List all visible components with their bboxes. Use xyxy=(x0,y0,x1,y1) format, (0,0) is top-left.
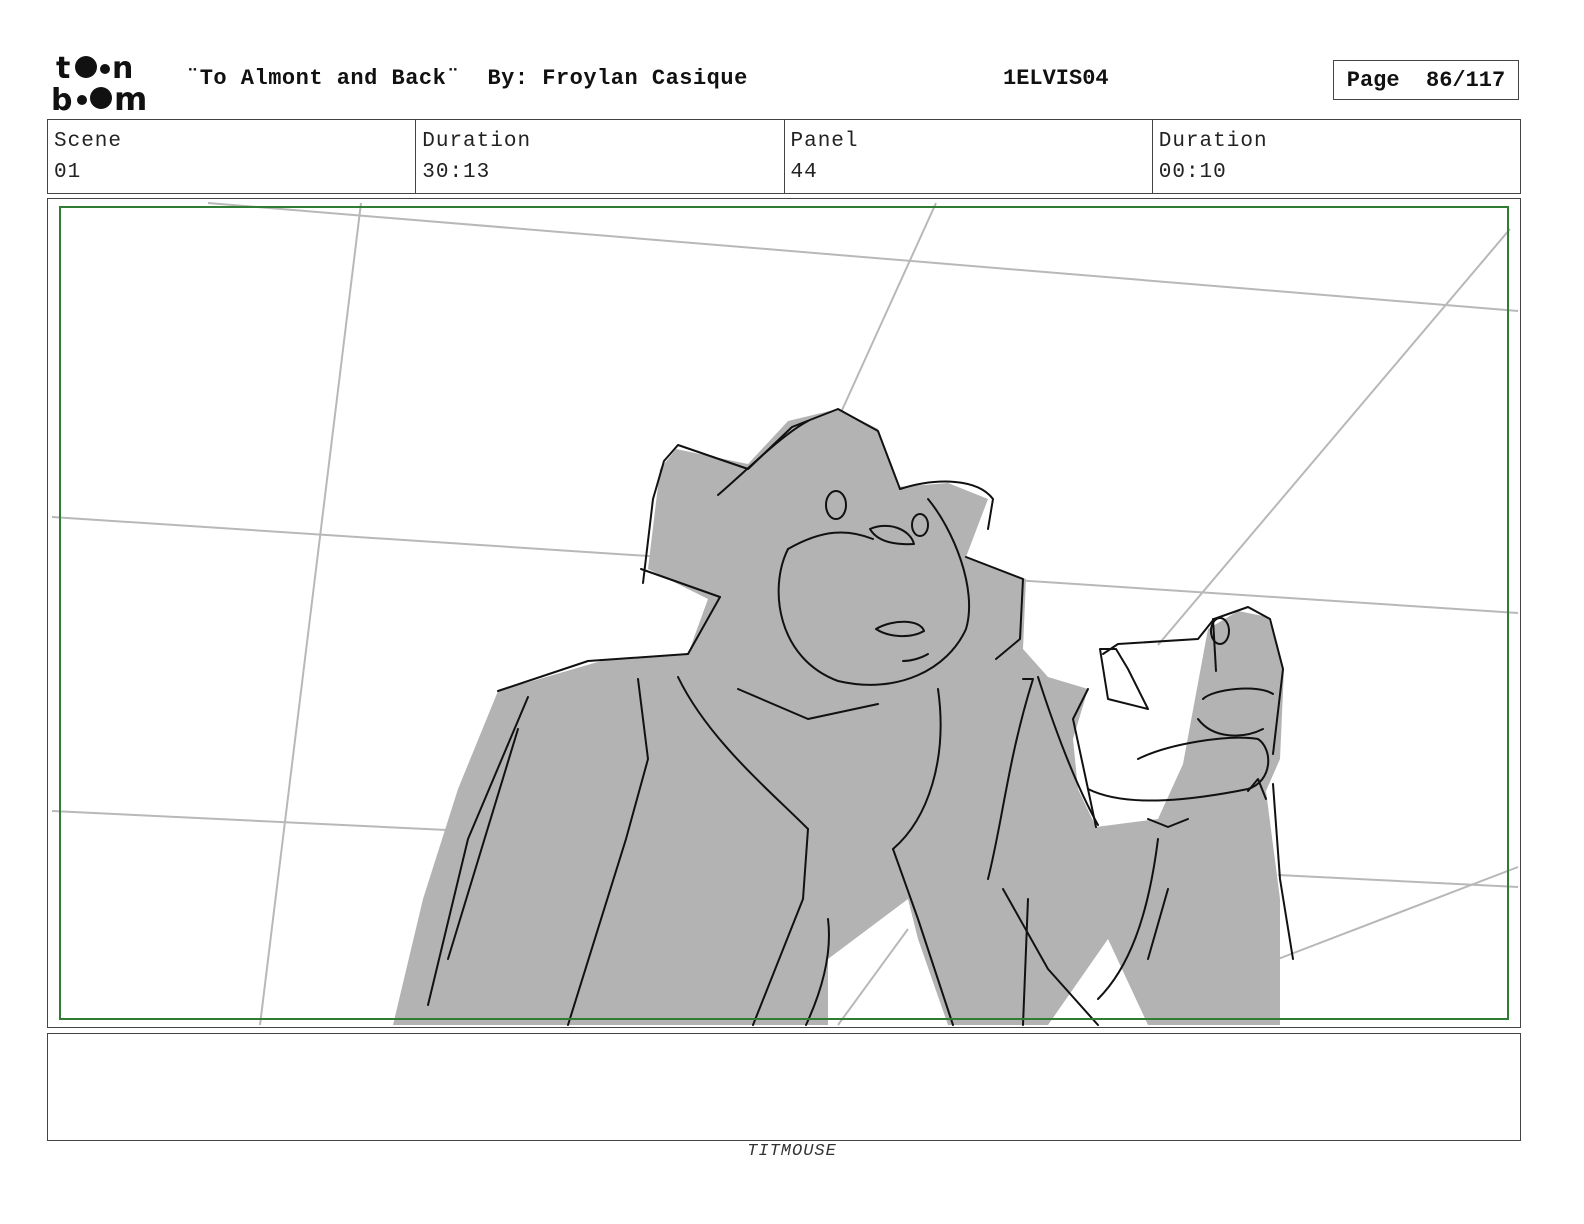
toon-boom-logo: t n b m xyxy=(50,50,165,118)
scene-cell: Scene 01 xyxy=(48,120,417,193)
studio-footer: TITMOUSE xyxy=(747,1142,837,1161)
panel-label: Panel xyxy=(790,130,859,153)
page-number: 86/117 xyxy=(1426,67,1506,93)
scene-duration-value: 30:13 xyxy=(422,161,491,184)
panel-value: 44 xyxy=(790,161,818,184)
scene-duration-cell: Duration 30:13 xyxy=(416,120,785,193)
scene-label: Scene xyxy=(54,130,123,153)
episode-code: 1ELVIS04 xyxy=(1003,66,1109,91)
storyboard-panel xyxy=(47,198,1521,1028)
page-indicator: Page 86/117 xyxy=(1333,60,1519,100)
panel-info-table: Scene 01 Duration 30:13 Panel 44 Duratio… xyxy=(47,119,1521,194)
panel-cell: Panel 44 xyxy=(785,120,1153,193)
svg-text:b: b xyxy=(51,83,72,114)
document-title: ¨To Almont and Back¨ By: Froylan Casique xyxy=(186,66,748,91)
panel-sketch-image xyxy=(51,202,1519,1026)
page-label: Page xyxy=(1346,67,1400,93)
svg-text:m: m xyxy=(114,80,147,114)
gorilla-sketch xyxy=(393,409,1284,1025)
scene-duration-label: Duration xyxy=(422,130,532,153)
svg-text:t: t xyxy=(56,51,70,86)
panel-duration-value: 00:10 xyxy=(1158,161,1227,184)
panel-notes-area xyxy=(47,1033,1521,1141)
panel-duration-label: Duration xyxy=(1158,130,1268,153)
panel-duration-cell: Duration 00:10 xyxy=(1153,120,1520,193)
scene-value: 01 xyxy=(54,161,82,184)
